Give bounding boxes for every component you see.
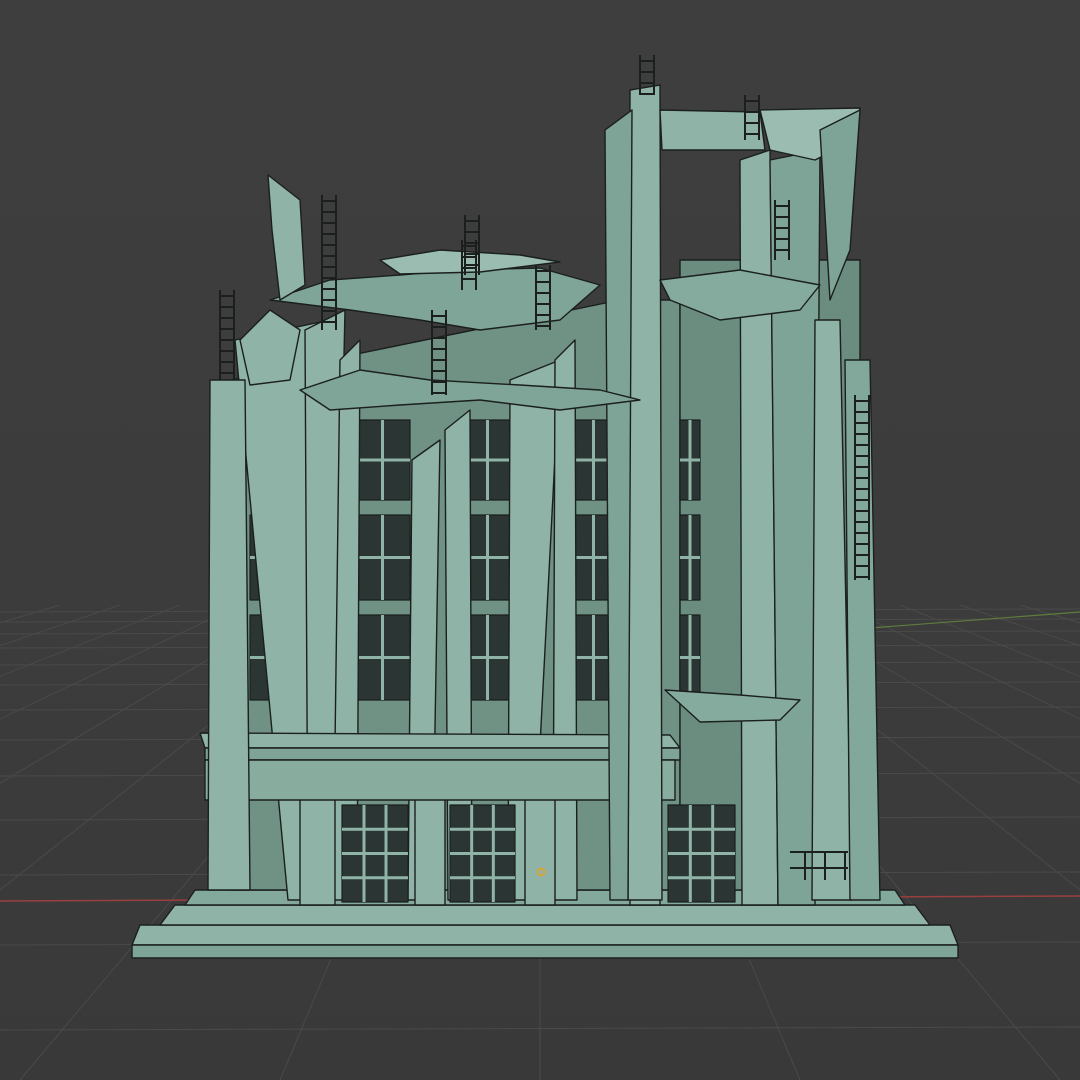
grid-line (0, 604, 241, 720)
ladder (219, 290, 235, 380)
ground-floor-band (199, 732, 681, 801)
grid-line (0, 604, 61, 624)
y-axis-line (869, 611, 1080, 629)
grid-line (1019, 604, 1080, 624)
ladder (321, 195, 337, 330)
ruined-building-mesh[interactable] (131, 55, 959, 959)
viewport-canvas[interactable] (0, 0, 1080, 1080)
3d-viewport[interactable] (0, 0, 1080, 1080)
pilaster (552, 339, 578, 901)
tall-tower (604, 84, 881, 906)
